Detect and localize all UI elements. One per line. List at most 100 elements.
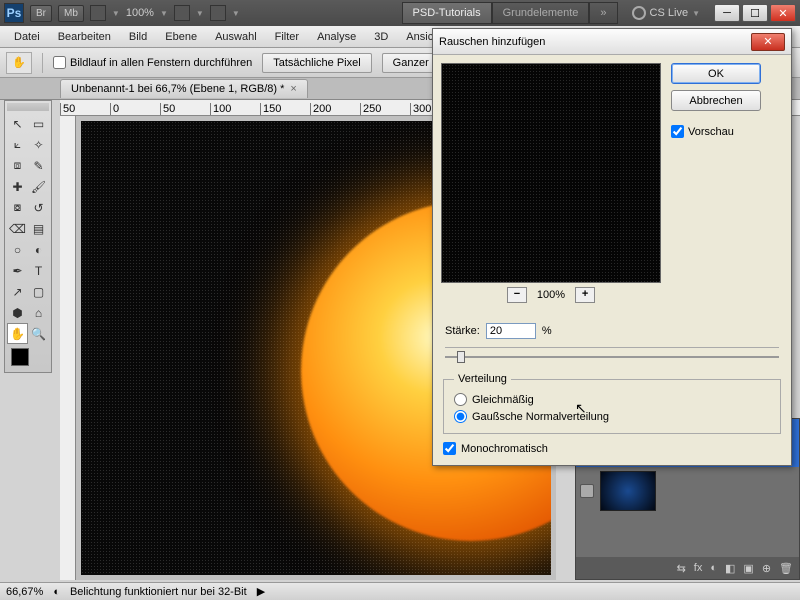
marquee-tool-icon[interactable]: ▭	[28, 113, 49, 134]
workspace-tab-grundelemente[interactable]: Grundelemente	[492, 2, 590, 24]
layer-row[interactable]	[576, 467, 799, 515]
pen-tool-icon[interactable]: ✒	[7, 260, 28, 281]
move-tool-icon[interactable]: ↖	[7, 113, 28, 134]
uniform-label: Gleichmäßig	[472, 394, 534, 406]
close-icon[interactable]: ×	[290, 83, 296, 95]
current-tool-icon[interactable]: ✋	[6, 52, 32, 74]
group-icon[interactable]: ▣	[743, 562, 753, 575]
wand-tool-icon[interactable]: ✧	[28, 134, 49, 155]
amount-unit: %	[542, 325, 552, 337]
dodge-tool-icon[interactable]: ◐	[28, 239, 49, 260]
amount-label: Stärke:	[445, 325, 480, 337]
zoom-out-button[interactable]: −	[507, 287, 527, 303]
menu-3d[interactable]: 3D	[366, 28, 396, 46]
link-icon[interactable]: ⇆	[677, 562, 686, 575]
preview-label: Vorschau	[688, 126, 734, 138]
cslive-button[interactable]: CS Live ▼	[632, 6, 700, 20]
window-maximize[interactable]: ☐	[742, 4, 768, 22]
zoom-in-button[interactable]: +	[575, 287, 595, 303]
status-zoom[interactable]: 66,67%	[6, 586, 43, 598]
history-tool-icon[interactable]: ↺	[28, 197, 49, 218]
minibridge-button[interactable]: Mb	[58, 5, 84, 22]
uniform-radio-input[interactable]	[454, 393, 467, 406]
eyedropper-tool-icon[interactable]: ✎	[28, 155, 49, 176]
ruler-vertical	[60, 116, 76, 580]
camera-tool-icon[interactable]: ⌂	[28, 302, 49, 323]
menu-bearbeiten[interactable]: Bearbeiten	[50, 28, 119, 46]
document-tab[interactable]: Unbenannt-1 bei 66,7% (Ebene 1, RGB/8) *…	[60, 79, 308, 98]
extras-icon[interactable]	[210, 5, 226, 21]
gradient-tool-icon[interactable]: ▤	[28, 218, 49, 239]
heal-tool-icon[interactable]: ✚	[7, 176, 28, 197]
palette-grip[interactable]	[7, 103, 49, 111]
menu-auswahl[interactable]: Auswahl	[207, 28, 265, 46]
dialog-close-button[interactable]: ✕	[751, 33, 785, 51]
visibility-icon[interactable]	[580, 484, 594, 498]
menu-ebene[interactable]: Ebene	[157, 28, 205, 46]
gaussian-radio[interactable]: Gaußsche Normalverteilung	[454, 408, 770, 425]
shape-tool-icon[interactable]: ▢	[28, 281, 49, 302]
header-zoom[interactable]: 100%	[126, 7, 154, 19]
bridge-button[interactable]: Br	[30, 5, 52, 22]
trash-icon[interactable]: 🗑	[779, 562, 793, 575]
foreground-swatch[interactable]	[11, 348, 29, 366]
uniform-radio[interactable]: Gleichmäßig	[454, 391, 770, 408]
hand-tool-icon[interactable]: ✋	[7, 323, 28, 344]
menu-filter[interactable]: Filter	[267, 28, 307, 46]
menu-analyse[interactable]: Analyse	[309, 28, 364, 46]
path-tool-icon[interactable]: ↗	[7, 281, 28, 302]
layers-footer: ⇆ fx ◐ ◧ ▣ ⊕ 🗑	[576, 557, 799, 579]
workspace-tab-tutorials[interactable]: PSD-Tutorials	[402, 2, 492, 24]
adjust-icon[interactable]: ◧	[725, 562, 735, 575]
amount-input[interactable]	[486, 323, 536, 339]
scroll-all-checkbox[interactable]: Bildlauf in allen Fenstern durchführen	[53, 56, 252, 69]
divider	[42, 53, 43, 73]
workspace-more[interactable]: »	[589, 2, 617, 24]
lasso-tool-icon[interactable]: ⟀	[7, 134, 28, 155]
app-titlebar: Ps Br Mb ▼ 100% ▼ ▼ ▼ PSD-Tutorials Grun…	[0, 0, 800, 26]
amount-slider[interactable]	[445, 347, 779, 363]
play-icon[interactable]: ▶	[257, 585, 265, 598]
menu-bild[interactable]: Bild	[121, 28, 155, 46]
dialog-title: Rauschen hinzufügen	[439, 36, 751, 48]
slider-thumb[interactable]	[457, 351, 465, 363]
zoom-tool-icon[interactable]: 🔍	[28, 323, 49, 344]
actual-pixels-button[interactable]: Tatsächliche Pixel	[262, 53, 371, 73]
status-bar: 66,67% ◐ Belichtung funktioniert nur bei…	[0, 582, 800, 600]
eraser-tool-icon[interactable]: ⌫	[7, 218, 28, 239]
window-minimize[interactable]: ─	[714, 4, 740, 22]
arrange-icon[interactable]	[174, 5, 190, 21]
scroll-all-input[interactable]	[53, 56, 66, 69]
tool-palette: ↖ ▭ ⟀ ✧ ⧈ ✎ ✚ 🖌 ⧇ ↺ ⌫ ▤ ○ ◐ ✒ T ↗ ▢ ⬢ ⌂ …	[4, 100, 52, 373]
color-swatches[interactable]	[7, 344, 49, 370]
noise-preview[interactable]	[441, 63, 661, 283]
brush-tool-icon[interactable]: 🖌	[28, 176, 49, 197]
gaussian-radio-input[interactable]	[454, 410, 467, 423]
layer-thumbnail[interactable]	[600, 471, 656, 511]
distribution-legend: Verteilung	[454, 373, 511, 385]
dialog-titlebar[interactable]: Rauschen hinzufügen ✕	[433, 29, 791, 55]
monochrome-checkbox[interactable]: Monochromatisch	[443, 442, 781, 455]
3d-tool-icon[interactable]: ⬢	[7, 302, 28, 323]
monochrome-input[interactable]	[443, 442, 456, 455]
window-close[interactable]: ✕	[770, 4, 796, 22]
preview-noise	[442, 64, 660, 282]
chevron-down-icon: ▼	[232, 9, 240, 18]
stamp-tool-icon[interactable]: ⧇	[7, 197, 28, 218]
status-indicator-icon: ◐	[53, 586, 60, 598]
preview-checkbox-input[interactable]	[671, 125, 684, 138]
type-tool-icon[interactable]: T	[28, 260, 49, 281]
new-layer-icon[interactable]: ⊕	[762, 562, 771, 575]
fx-icon[interactable]: fx	[694, 562, 703, 574]
cslive-label: CS Live	[650, 7, 689, 19]
crop-tool-icon[interactable]: ⧈	[7, 155, 28, 176]
screenmode-icon[interactable]	[90, 5, 106, 21]
blur-tool-icon[interactable]: ○	[7, 239, 28, 260]
preview-checkbox[interactable]: Vorschau	[671, 125, 761, 138]
chevron-down-icon: ▼	[160, 9, 168, 18]
ok-button[interactable]: OK	[671, 63, 761, 84]
mask-icon[interactable]: ◐	[710, 562, 717, 574]
cancel-button[interactable]: Abbrechen	[671, 90, 761, 111]
menu-datei[interactable]: Datei	[6, 28, 48, 46]
ps-logo-icon: Ps	[4, 3, 24, 23]
